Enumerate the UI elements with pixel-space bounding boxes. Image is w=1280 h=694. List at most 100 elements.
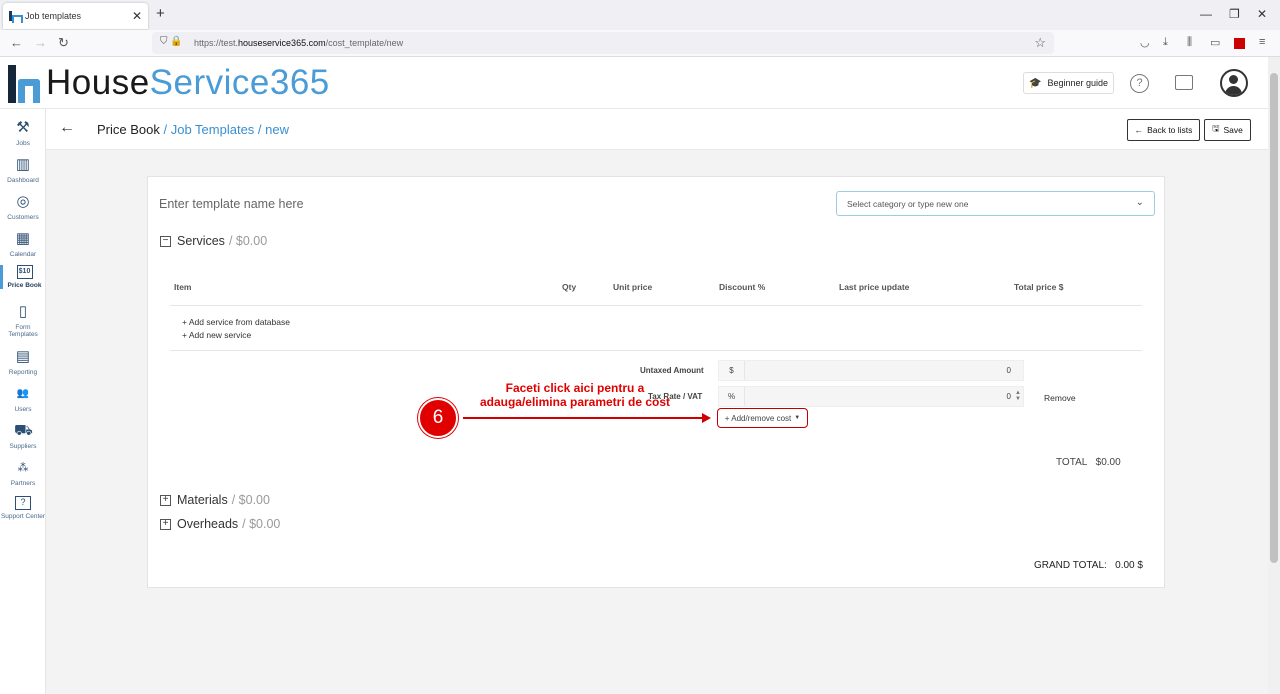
- total-label: TOTAL: [1056, 457, 1088, 468]
- column-header-total-price: Total price $: [1014, 282, 1064, 292]
- add-remove-cost-button[interactable]: + Add/remove cost ▼: [717, 408, 808, 428]
- restore-icon[interactable]: ❐: [1229, 7, 1240, 21]
- sidebar-item-label: Jobs: [16, 140, 30, 147]
- overheads-section-header[interactable]: + Overheads / $0.00: [160, 517, 280, 531]
- overheads-amount: / $0.00: [242, 517, 281, 531]
- breadcrumb-job-templates[interactable]: Job Templates: [171, 122, 255, 137]
- sidebar-item-jobs[interactable]: ⚒ Jobs: [0, 119, 46, 147]
- scrollbar-thumb[interactable]: [1270, 73, 1278, 563]
- sidebar-item-label: Price Book: [7, 282, 42, 289]
- minimize-icon[interactable]: —: [1200, 7, 1212, 21]
- caret-down-icon: ▼: [794, 415, 801, 421]
- number-spinner-icon[interactable]: ▲ ▼: [1015, 390, 1021, 402]
- browser-tab[interactable]: Job templates ✕: [3, 3, 148, 29]
- overheads-title: Overheads: [177, 517, 239, 531]
- truck-icon: ⛟: [14, 422, 33, 439]
- collapse-icon[interactable]: −: [160, 235, 171, 247]
- tab-close-icon[interactable]: ✕: [132, 9, 142, 23]
- save-button[interactable]: 🖫 Save: [1204, 119, 1251, 141]
- category-select[interactable]: Select category or type new one ⌄: [836, 191, 1155, 216]
- sidebar-item-partners[interactable]: ⁂ Partners: [0, 459, 46, 487]
- expand-icon[interactable]: +: [160, 518, 171, 530]
- sidebar-item-form-templates[interactable]: ▯ Form Templates: [0, 303, 46, 338]
- beginner-guide-button[interactable]: 🎓 Beginner guide: [1023, 72, 1114, 94]
- tab-title: Job templates: [25, 11, 82, 21]
- expand-icon[interactable]: +: [160, 494, 171, 506]
- column-header-item: Item: [174, 282, 192, 292]
- user-avatar-icon[interactable]: [1220, 69, 1248, 97]
- sidebar-item-price-book[interactable]: $10 Price Book: [0, 265, 46, 289]
- column-header-last-price-update: Last price update: [839, 282, 910, 292]
- annotation-line-1: Faceti click aici pentru a: [505, 381, 645, 395]
- add-new-service-link[interactable]: + Add new service: [182, 330, 251, 340]
- app: HouseService365 🎓 Beginner guide ? ⚒ Job…: [0, 57, 1268, 694]
- column-header-discount: Discount %: [719, 282, 766, 292]
- tax-rate-field[interactable]: % 0 ▲ ▼: [718, 386, 1024, 407]
- sidebar-item-dashboard[interactable]: ▥ Dashboard: [0, 156, 46, 184]
- breadcrumb-separator: /: [159, 122, 171, 137]
- sidebar-item-customers[interactable]: ◎ Customers: [0, 193, 46, 221]
- browser-nav-bar: ← → ↻ https://test. houseservice365.com/c…: [0, 30, 1280, 57]
- back-to-lists-button[interactable]: ← Back to lists: [1127, 119, 1200, 141]
- tax-rate-value: 0: [1006, 392, 1011, 401]
- breadcrumb-separator: /: [254, 122, 266, 137]
- pocket-icon[interactable]: ◡: [1140, 36, 1150, 49]
- forward-icon[interactable]: →: [34, 35, 47, 50]
- currency-prefix: $: [719, 361, 745, 380]
- add-service-from-database-label: Add service from database: [188, 317, 290, 327]
- url-bar[interactable]: https://test. houseservice365.com/cost_te…: [152, 32, 1054, 54]
- pdf-extension-icon[interactable]: [1234, 38, 1245, 49]
- category-select-placeholder: Select category or type new one: [847, 199, 969, 209]
- logo[interactable]: HouseService365: [8, 63, 330, 103]
- back-to-lists-label: Back to lists: [1147, 125, 1193, 135]
- breadcrumb-price-book[interactable]: Price Book: [97, 122, 160, 137]
- new-tab-button[interactable]: +: [156, 5, 165, 22]
- sidebar-item-users[interactable]: 👥 Users: [0, 385, 46, 413]
- app-header: HouseService365 🎓 Beginner guide ?: [0, 57, 1268, 109]
- remove-tax-button[interactable]: Remove: [1044, 393, 1076, 403]
- browser-tab-bar: Job templates ✕ + — ❐ ✕: [0, 0, 1280, 30]
- site-favicon-icon: [9, 11, 23, 23]
- folder-icon[interactable]: [1175, 75, 1193, 90]
- form-icon: ▯: [18, 303, 28, 320]
- materials-amount: / $0.00: [231, 493, 270, 507]
- materials-section-header[interactable]: + Materials / $0.00: [160, 493, 270, 507]
- sidebar-item-label: Suppliers: [9, 443, 37, 450]
- sidebar-toggle-icon[interactable]: ▭: [1210, 36, 1220, 49]
- sidebar-item-label: Partners: [10, 480, 36, 487]
- bookmark-star-icon[interactable]: ☆: [1034, 35, 1046, 51]
- url-domain: houseservice365.com: [238, 38, 326, 48]
- main-content: Enter template name here Select category…: [46, 150, 1268, 694]
- sidebar-item-support-center[interactable]: ? Support Center: [0, 496, 46, 520]
- library-icon[interactable]: ⫼: [1187, 36, 1192, 49]
- menu-icon[interactable]: ≡: [1259, 36, 1265, 48]
- sidebar-item-reporting[interactable]: ▤ Reporting: [0, 348, 46, 376]
- template-name-input[interactable]: Enter template name here: [159, 197, 304, 211]
- window-close-icon[interactable]: ✕: [1257, 7, 1267, 21]
- support-icon: ?: [15, 496, 31, 510]
- download-icon[interactable]: ⤓: [1163, 36, 1168, 49]
- add-new-service-label: Add new service: [188, 330, 252, 340]
- back-icon[interactable]: ←: [10, 35, 23, 50]
- page-scrollbar[interactable]: [1268, 57, 1280, 694]
- report-icon: ▤: [15, 348, 31, 365]
- shield-icon: ⛉ 🔒: [160, 36, 183, 47]
- help-icon[interactable]: ?: [1130, 74, 1149, 93]
- materials-title: Materials: [177, 493, 228, 507]
- beginner-guide-label: Beginner guide: [1047, 78, 1108, 88]
- grand-total: GRAND TOTAL: 0.00 $: [1034, 560, 1143, 571]
- untaxed-amount-field[interactable]: $ 0: [718, 360, 1024, 381]
- sidebar-item-calendar[interactable]: ▦ Calendar: [0, 230, 46, 258]
- sidebar-item-suppliers[interactable]: ⛟ Suppliers: [0, 422, 46, 450]
- tools-icon: ⚒: [16, 119, 30, 136]
- reload-icon[interactable]: ↻: [58, 35, 69, 51]
- save-label: Save: [1223, 125, 1243, 135]
- annotation-step-badge: 6: [418, 398, 458, 438]
- logo-text-house: House: [46, 63, 150, 102]
- back-arrow-icon[interactable]: ←: [59, 119, 75, 137]
- plus-icon: +: [182, 330, 189, 340]
- services-section-header[interactable]: − Services / $0.00: [160, 234, 267, 248]
- add-service-from-database-link[interactable]: + Add service from database: [182, 317, 290, 327]
- sidebar-item-label: Reporting: [8, 369, 38, 376]
- chevron-down-icon: ⌄: [1135, 197, 1144, 208]
